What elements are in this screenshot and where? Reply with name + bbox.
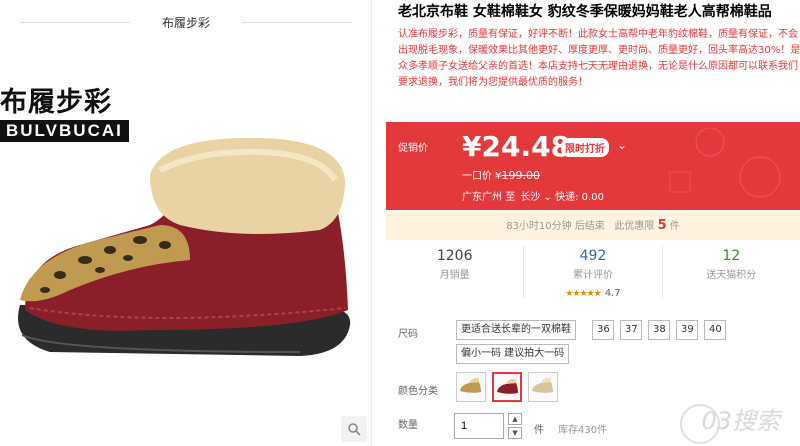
chevron-down-icon[interactable]: ⌄	[540, 192, 555, 203]
express-fee: 快递: 0.00	[555, 192, 604, 203]
stat-points: 12 送天猫积分	[663, 246, 800, 298]
star-icons: ★★★★★	[565, 289, 601, 299]
rating-score: 4.7	[604, 288, 621, 299]
chevron-down-icon[interactable]: ⌄	[617, 138, 627, 152]
size-option[interactable]: 40	[704, 320, 726, 340]
limit-label: 此优惠限	[614, 221, 655, 232]
original-price: 一口价 ¥199.00	[462, 167, 540, 182]
ship-to-word: 至	[505, 192, 516, 203]
zoom-icon	[348, 423, 361, 436]
product-description: 认准布履步彩，质量有保证，好评不断！此款女士高帮中老年豹纹棉鞋，质量有保证，不会…	[398, 29, 800, 88]
quantity-decrease-button[interactable]: ▼	[508, 427, 522, 439]
stat-label: 月销量	[439, 270, 470, 281]
stat-reviews[interactable]: 492 累计评价 ★★★★★ 4.7	[524, 246, 663, 300]
size-option[interactable]: 更适合送长辈的一双棉鞋	[456, 320, 576, 340]
product-title: 老北京布鞋 女鞋棉鞋女 豹纹冬季保暖妈妈鞋老人高帮棉鞋品	[398, 4, 772, 20]
stats-bar: 1206 月销量 492 累计评价 ★★★★★ 4.7 12 送天猫积分	[386, 246, 800, 300]
quantity-label: 数量	[398, 420, 418, 431]
ship-to-select[interactable]: 长沙	[520, 192, 540, 203]
decorative-pattern	[669, 127, 781, 198]
zoom-button[interactable]	[341, 416, 367, 442]
color-swatch-leopard[interactable]	[456, 372, 486, 402]
watermark: 03搜索	[701, 407, 780, 435]
quantity-unit: 件	[534, 425, 544, 436]
stat-label: 累计评价	[572, 270, 613, 281]
size-label: 尺码	[398, 329, 418, 340]
quantity-input[interactable]	[454, 413, 504, 439]
limit-number: 5	[657, 218, 667, 233]
price-box: 促销价 ¥24.48 限时打折 ⌄ 一口价 ¥199.00 广东广州 至 长沙 …	[386, 122, 800, 210]
stat-label: 送天猫积分	[706, 270, 757, 281]
promo-price-label: 促销价	[398, 143, 428, 154]
original-price-label: 一口价 ¥	[462, 171, 502, 182]
quantity-increase-button[interactable]: ▲	[508, 413, 522, 425]
stock-count: 库存430件	[558, 425, 608, 436]
stat-monthly-sales: 1206 月销量	[386, 246, 525, 298]
original-price-value: 199.00	[501, 169, 541, 182]
size-option[interactable]: 36	[592, 320, 614, 340]
product-detail-panel: 老北京布鞋 女鞋棉鞋女 豹纹冬季保暖妈妈鞋老人高帮棉鞋品 认准布履步彩，质量有保…	[386, 0, 800, 446]
color-label: 颜色分类	[398, 386, 438, 397]
stat-value: 492	[579, 248, 607, 264]
size-option[interactable]: 39	[676, 320, 698, 340]
current-price: ¥24.48	[462, 130, 571, 163]
shipping-info: 广东广州 至 长沙 ⌄ 快递: 0.00	[462, 188, 604, 203]
color-swatch-beige[interactable]	[528, 372, 558, 402]
size-option[interactable]: 38	[648, 320, 670, 340]
size-option[interactable]: 37	[620, 320, 642, 340]
countdown-text: 83小时10分钟 后结束	[506, 221, 605, 232]
brand-name-cn: 布履步彩	[0, 87, 112, 118]
product-image-panel: 布履步彩 布履步彩 BULVBUCAI	[0, 0, 372, 446]
ship-from: 广东广州	[462, 192, 502, 203]
product-image[interactable]	[0, 130, 360, 380]
stat-value: 12	[722, 248, 741, 264]
rating: ★★★★★ 4.7	[524, 281, 661, 300]
store-header: 布履步彩	[0, 0, 372, 44]
countdown-bar: 83小时10分钟 后结束 此优惠限 5 件	[386, 212, 800, 240]
size-option[interactable]: 偏小一码 建议拍大一码	[456, 344, 570, 364]
color-swatch-red[interactable]	[492, 372, 522, 402]
divider	[242, 22, 352, 23]
stat-value: 1206	[436, 248, 473, 264]
limit-unit: 件	[669, 221, 680, 232]
promo-badge: 限时打折	[561, 138, 609, 157]
